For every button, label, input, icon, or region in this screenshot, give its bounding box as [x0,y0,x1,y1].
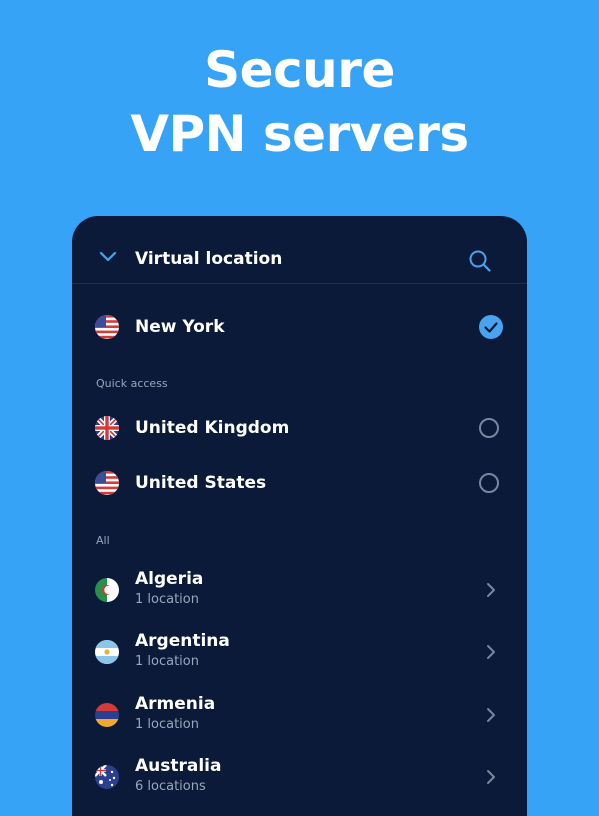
section-label-all: All [96,534,110,547]
location-panel: Virtual location New York Quick access U… [72,216,527,816]
headline-line-2: VPN servers [130,105,469,163]
algeria-flag-icon [95,578,119,602]
country-location-count: 1 location [135,592,199,607]
country-list-item[interactable]: Armenia 1 location [72,690,527,740]
country-name: Australia [135,756,222,776]
country-list-item[interactable]: Australia 6 locations [72,752,527,802]
chevron-right-icon [487,770,495,784]
panel-header: Virtual location [72,216,527,284]
armenia-flag-icon [95,703,119,727]
argentina-flag-icon [95,640,119,664]
us-flag-icon [95,471,119,495]
headline-line-1: Secure [204,41,395,99]
radio-button[interactable] [479,473,499,493]
headline: Secure VPN servers [0,38,599,166]
quick-access-item-name: United Kingdom [135,418,290,438]
country-list-item[interactable]: Argentina 1 location [72,627,527,677]
radio-button[interactable] [479,418,499,438]
us-flag-icon [95,315,119,339]
selected-location-row[interactable]: New York [72,302,527,352]
section-label-quick-access: Quick access [96,377,168,390]
country-location-count: 1 location [135,654,199,669]
country-location-count: 1 location [135,717,199,732]
checkmark-icon [479,315,503,339]
search-icon[interactable] [468,249,492,273]
country-name: Argentina [135,631,230,651]
quick-access-item[interactable]: United Kingdom [72,403,527,453]
header-title: Virtual location [135,249,283,269]
selected-location-name: New York [135,317,225,337]
chevron-down-icon[interactable] [97,250,119,264]
chevron-right-icon [487,645,495,659]
uk-flag-icon [95,416,119,440]
chevron-right-icon [487,583,495,597]
quick-access-item-name: United States [135,473,267,493]
country-location-count: 6 locations [135,779,206,794]
chevron-right-icon [487,708,495,722]
country-list-item[interactable]: Algeria 1 location [72,565,527,615]
country-name: Algeria [135,569,204,589]
quick-access-item[interactable]: United States [72,458,527,508]
country-name: Armenia [135,694,216,714]
australia-flag-icon [95,765,119,789]
